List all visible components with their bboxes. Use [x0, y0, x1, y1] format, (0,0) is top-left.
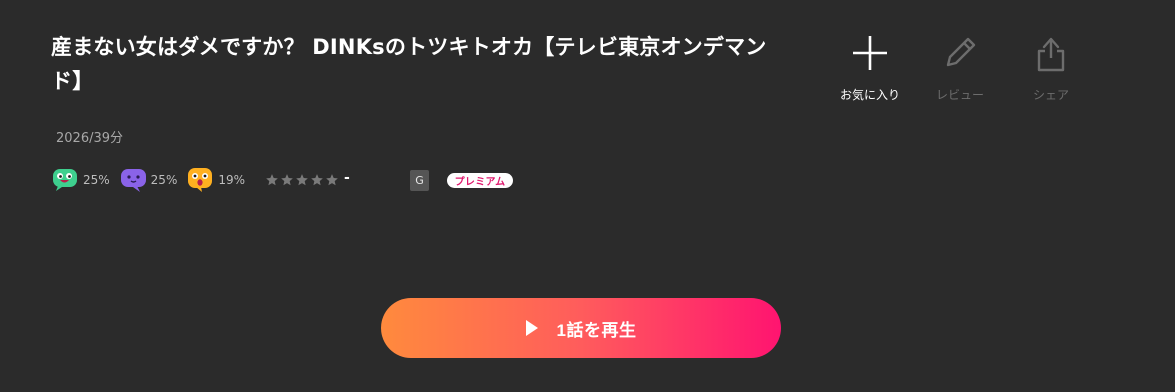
- reaction-calm-percent: 25%: [150, 173, 178, 187]
- share-button[interactable]: シェア: [1011, 30, 1091, 103]
- premium-badge: プレミアム: [447, 173, 513, 188]
- rating-value: -: [344, 170, 350, 186]
- program-detail-page: 産まない女はダメですか？ DINKsのトツキトオカ【テレビ東京オンデマンド】 2…: [0, 0, 1175, 392]
- star-icon: [281, 174, 293, 186]
- orange-surprised-face-icon: [187, 167, 215, 193]
- program-title: 産まない女はダメですか？ DINKsのトツキトオカ【テレビ東京オンデマンド】: [51, 35, 767, 93]
- purple-face-icon: [120, 167, 148, 193]
- program-meta: 2026/39分: [56, 131, 124, 146]
- age-rating-badge: G: [410, 170, 429, 191]
- reaction-surprise: 19%: [187, 167, 245, 193]
- favorite-button[interactable]: お気に入り: [830, 30, 910, 103]
- share-label: シェア: [1032, 88, 1069, 102]
- star-rating: -: [265, 170, 350, 187]
- reaction-laugh: 25%: [52, 167, 110, 193]
- pencil-icon: [940, 30, 980, 76]
- star-icon: [326, 174, 338, 186]
- favorite-label: お気に入り: [839, 88, 900, 102]
- reaction-calm: 25%: [120, 167, 178, 193]
- star-icon: [266, 174, 278, 186]
- plus-icon: [850, 30, 890, 76]
- reaction-stats-row: 25% 25% 19% -: [52, 166, 350, 194]
- review-button[interactable]: レビュー: [920, 30, 1000, 103]
- play-button-label: 1話を再生: [556, 320, 637, 340]
- star-icon: [296, 174, 308, 186]
- play-episode-button[interactable]: 1話を再生: [381, 298, 781, 358]
- review-label: レビュー: [935, 88, 984, 102]
- green-laughing-face-icon: [52, 167, 80, 193]
- action-buttons: お気に入り レビュー シェア: [830, 30, 1090, 110]
- reaction-surprise-percent: 19%: [218, 173, 246, 187]
- star-icon: [311, 174, 323, 186]
- play-icon: [525, 320, 538, 336]
- share-icon: [1031, 30, 1071, 76]
- reaction-laugh-percent: 25%: [83, 173, 110, 187]
